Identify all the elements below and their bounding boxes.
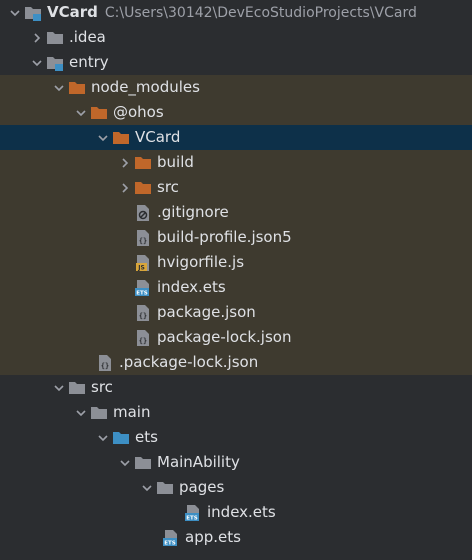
chevron-down-icon[interactable] (138, 475, 156, 500)
tree-node-label: .package-lock.json (119, 353, 259, 371)
folder-icon (156, 479, 174, 497)
svg-text:{}: {} (139, 312, 147, 320)
json-file-icon: {} (134, 304, 152, 322)
tree-node-label: @ohos (113, 103, 164, 121)
module-folder-icon (46, 54, 64, 72)
tree-node-hvigorfile[interactable]: JS hvigorfile.js (0, 250, 472, 275)
chevron-down-icon[interactable] (50, 75, 68, 100)
ignore-file-icon (134, 204, 152, 222)
ets-file-icon: ETS (184, 504, 202, 522)
chevron-right-icon[interactable] (28, 25, 46, 50)
project-tree: VCard C:\Users\30142\DevEcoStudioProject… (0, 0, 472, 560)
tree-node-src-inner[interactable]: src (0, 175, 472, 200)
ets-file-icon: ETS (134, 279, 152, 297)
tree-node-label: pages (179, 478, 225, 496)
tree-node-label: VCard (135, 128, 181, 146)
svg-text:{}: {} (139, 337, 147, 345)
tree-node-package-json[interactable]: {} package.json (0, 300, 472, 325)
tree-node-label: .idea (69, 28, 106, 46)
tree-node-app-ets[interactable]: ETS app.ets (0, 525, 472, 550)
root-label: VCard (47, 3, 98, 21)
tree-node-gitignore[interactable]: .gitignore (0, 200, 472, 225)
tree-node-entry[interactable]: entry (0, 50, 472, 75)
tree-node-ets[interactable]: ets (0, 425, 472, 450)
excluded-folder-icon (134, 154, 152, 172)
tree-node-label: MainAbility (157, 453, 240, 471)
chevron-down-icon[interactable] (50, 375, 68, 400)
folder-icon (46, 29, 64, 47)
json-file-icon: {} (134, 329, 152, 347)
svg-text:JS: JS (137, 264, 145, 271)
chevron-down-icon[interactable] (72, 400, 90, 425)
tree-node-label: build (157, 153, 194, 171)
tree-node-ohos[interactable]: @ohos (0, 100, 472, 125)
ets-file-icon: ETS (162, 529, 180, 547)
tree-node-label: build-profile.json5 (157, 228, 292, 246)
tree-node-index-ets-inner[interactable]: ETS index.ets (0, 275, 472, 300)
json-file-icon: {} (134, 229, 152, 247)
tree-node-label: entry (69, 53, 109, 71)
chevron-down-icon[interactable] (94, 125, 112, 150)
excluded-folder-icon (134, 179, 152, 197)
svg-text:ETS: ETS (164, 540, 176, 546)
tree-node-label: package.json (157, 303, 256, 321)
js-file-icon: JS (134, 254, 152, 272)
tree-node-main[interactable]: main (0, 400, 472, 425)
chevron-down-icon[interactable] (28, 50, 46, 75)
svg-text:{}: {} (101, 362, 109, 370)
tree-node-vcard-selected[interactable]: VCard (0, 125, 472, 150)
svg-text:ETS: ETS (186, 515, 198, 521)
svg-text:ETS: ETS (136, 290, 148, 296)
tree-node-label: .gitignore (157, 203, 229, 221)
chevron-down-icon[interactable] (72, 100, 90, 125)
folder-icon (68, 379, 86, 397)
chevron-down-icon[interactable] (94, 425, 112, 450)
tree-node-package-lock-hidden[interactable]: {} .package-lock.json (0, 350, 472, 375)
tree-node-build-profile[interactable]: {} build-profile.json5 (0, 225, 472, 250)
chevron-right-icon[interactable] (116, 175, 134, 200)
tree-node-label: hvigorfile.js (157, 253, 245, 271)
excluded-folder-icon (112, 129, 130, 147)
tree-node-node-modules[interactable]: node_modules (0, 75, 472, 100)
tree-node-mainability[interactable]: MainAbility (0, 450, 472, 475)
tree-node-package-lock-inner[interactable]: {} package-lock.json (0, 325, 472, 350)
tree-node-build[interactable]: build (0, 150, 472, 175)
excluded-folder-icon (90, 104, 108, 122)
chevron-down-icon[interactable] (6, 0, 24, 25)
json-file-icon: {} (96, 354, 114, 372)
tree-node-idea[interactable]: .idea (0, 25, 472, 50)
tree-node-label: src (91, 378, 113, 396)
tree-node-label: ets (135, 428, 158, 446)
module-folder-icon (24, 4, 42, 22)
next-row-partial (0, 553, 472, 560)
tree-node-label: main (113, 403, 151, 421)
root-path: C:\Users\30142\DevEcoStudioProjects\VCar… (104, 4, 417, 21)
tree-node-root[interactable]: VCard C:\Users\30142\DevEcoStudioProject… (0, 0, 472, 25)
chevron-right-icon[interactable] (116, 150, 134, 175)
source-folder-icon (112, 429, 130, 447)
tree-node-label: package-lock.json (157, 328, 292, 346)
tree-node-label: index.ets (207, 503, 276, 521)
tree-node-index-ets[interactable]: ETS index.ets (0, 500, 472, 525)
excluded-folder-icon (68, 79, 86, 97)
folder-icon (134, 454, 152, 472)
tree-node-pages[interactable]: pages (0, 475, 472, 500)
chevron-down-icon[interactable] (116, 450, 134, 475)
tree-node-label: node_modules (91, 78, 200, 96)
svg-text:{}: {} (139, 237, 147, 245)
folder-icon (90, 404, 108, 422)
tree-node-label: index.ets (157, 278, 226, 296)
tree-node-label: app.ets (185, 528, 241, 546)
tree-node-label: src (157, 178, 179, 196)
tree-node-src[interactable]: src (0, 375, 472, 400)
